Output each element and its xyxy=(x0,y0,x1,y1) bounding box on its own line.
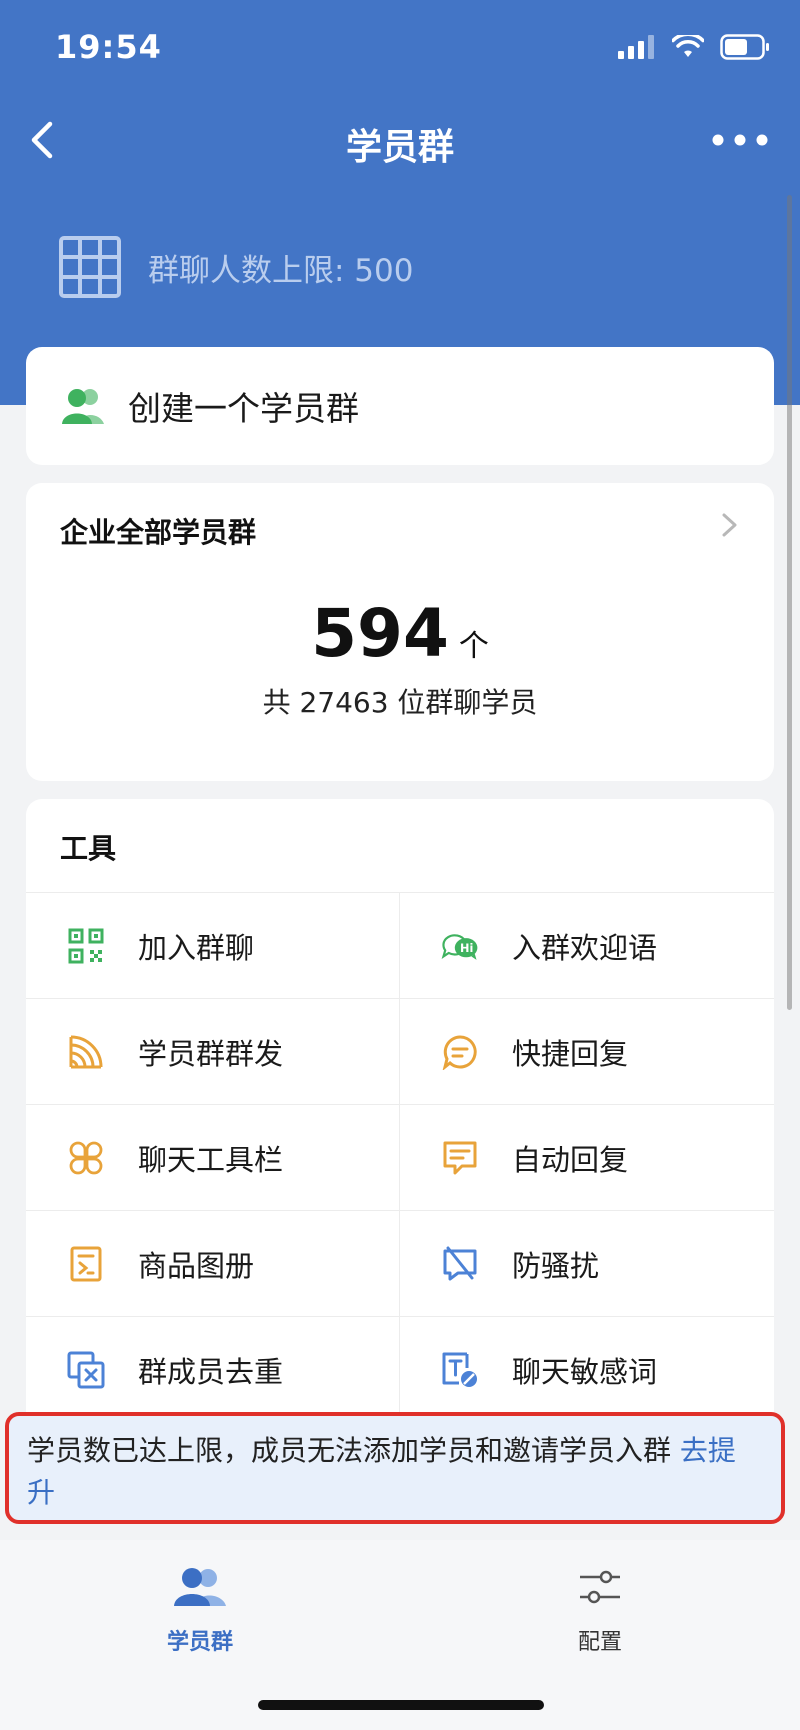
limit-alert-banner: 学员数已达上限，成员无法添加学员和邀请学员入群 去提升 xyxy=(5,1412,785,1524)
create-group-label: 创建一个学员群 xyxy=(128,389,359,428)
tab-label: 配置 xyxy=(577,1630,622,1655)
tool-welcome-message[interactable]: Hi 入群欢迎语 xyxy=(400,892,774,998)
tools-title: 工具 xyxy=(60,832,117,865)
tool-label: 加入群聊 xyxy=(138,930,255,965)
tool-anti-harassment[interactable]: 防骚扰 xyxy=(400,1210,774,1316)
tools-grid: 加入群聊 Hi 入群欢迎语 学员群群发 快捷回复 聊天工具栏 自动回复 商品图册… xyxy=(26,892,774,1419)
tool-label: 聊天敏感词 xyxy=(512,1354,658,1389)
tool-label: 聊天工具栏 xyxy=(138,1142,284,1177)
more-icon[interactable] xyxy=(710,120,770,160)
svg-text:Hi: Hi xyxy=(460,942,473,955)
add-group-icon xyxy=(62,389,104,424)
qr-code-icon xyxy=(68,928,104,963)
status-bar: 19:54 xyxy=(0,0,800,100)
hi-chat-icon: Hi xyxy=(441,933,478,960)
group-count-row: 594 个 xyxy=(26,595,774,672)
tab-settings[interactable]: 配置 xyxy=(500,1562,700,1656)
broadcast-icon xyxy=(69,1035,103,1068)
create-group-button[interactable]: 创建一个学员群 xyxy=(26,347,774,465)
tool-auto-reply[interactable]: 自动回复 xyxy=(400,1104,774,1210)
tool-group-broadcast[interactable]: 学员群群发 xyxy=(26,998,400,1104)
chevron-right-icon xyxy=(722,513,737,537)
tool-label: 防骚扰 xyxy=(512,1248,600,1283)
catalog-icon xyxy=(70,1246,102,1281)
alert-text: 学员数已达上限，成员无法添加学员和邀请学员入群 xyxy=(27,1434,680,1467)
member-total: 共 27463 位群聊学员 xyxy=(262,686,538,719)
page-title: 学员群 xyxy=(345,127,454,168)
tools-card: 工具 加入群聊 Hi 入群欢迎语 学员群群发 快捷回复 聊天工具栏 自动回复 商… xyxy=(26,799,774,1419)
tool-join-group[interactable]: 加入群聊 xyxy=(26,892,400,998)
group-count: 594 xyxy=(311,595,449,672)
grid-icon xyxy=(59,236,121,298)
anti-harass-icon xyxy=(443,1246,477,1280)
battery-icon xyxy=(720,34,769,60)
sliders-icon xyxy=(580,1570,620,1604)
quick-reply-icon xyxy=(442,1034,477,1070)
group-limit-text: 群聊人数上限: 500 xyxy=(148,252,414,289)
toolbar-icon xyxy=(69,1141,103,1174)
sensitive-word-icon xyxy=(442,1352,477,1387)
home-indicator xyxy=(258,1700,544,1710)
tool-label: 入群欢迎语 xyxy=(512,930,658,965)
group-count-unit: 个 xyxy=(458,629,489,664)
tool-quick-reply[interactable]: 快捷回复 xyxy=(400,998,774,1104)
tool-label: 群成员去重 xyxy=(138,1354,284,1389)
tool-dedupe-members[interactable]: 群成员去重 xyxy=(26,1316,400,1419)
status-time: 19:54 xyxy=(55,28,162,66)
tab-student-groups[interactable]: 学员群 xyxy=(100,1562,300,1656)
nav-bar: 学员群 xyxy=(0,100,800,180)
tool-label: 学员群群发 xyxy=(138,1036,284,1071)
signal-icon xyxy=(618,35,654,59)
scrollbar[interactable] xyxy=(787,195,792,1010)
wifi-icon xyxy=(672,35,704,57)
tool-label: 快捷回复 xyxy=(512,1036,629,1071)
tool-chat-toolbar[interactable]: 聊天工具栏 xyxy=(26,1104,400,1210)
tab-label: 学员群 xyxy=(166,1630,233,1655)
dedupe-icon xyxy=(67,1351,105,1388)
tool-sensitive-words[interactable]: 聊天敏感词 xyxy=(400,1316,774,1419)
tool-label: 商品图册 xyxy=(138,1248,255,1283)
status-icons xyxy=(618,34,770,60)
all-groups-card[interactable]: 企业全部学员群 594 个 共 27463 位群聊学员 xyxy=(26,483,774,781)
auto-reply-icon xyxy=(443,1141,477,1174)
tool-label: 自动回复 xyxy=(512,1142,629,1177)
tool-product-catalog[interactable]: 商品图册 xyxy=(26,1210,400,1316)
group-icon xyxy=(174,1568,226,1606)
all-groups-title: 企业全部学员群 xyxy=(60,516,257,549)
group-limit-row: 群聊人数上限: 500 xyxy=(58,235,413,299)
